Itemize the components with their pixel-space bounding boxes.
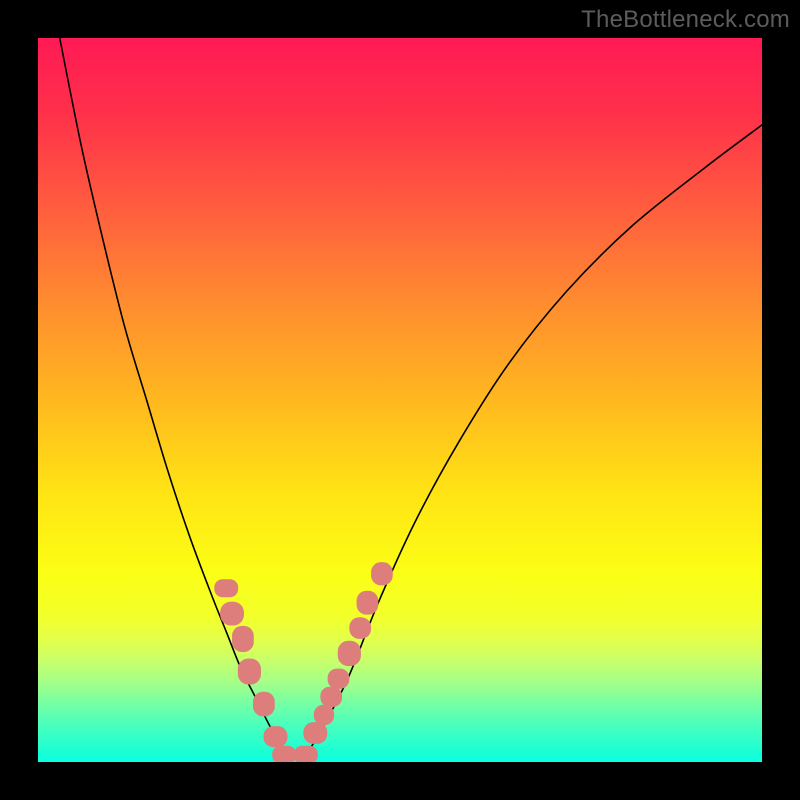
chart-marker	[338, 641, 361, 666]
watermark-text: TheBottleneck.com	[581, 6, 790, 34]
chart-marker	[232, 626, 254, 652]
chart-marker	[357, 591, 379, 615]
chart-marker	[272, 746, 296, 762]
chart-marker	[314, 705, 334, 725]
chart-container: TheBottleneck.com	[0, 0, 800, 800]
chart-marker	[238, 658, 261, 684]
chart-marker	[349, 617, 371, 639]
chart-marker	[371, 562, 393, 585]
chart-marker	[294, 746, 318, 762]
chart-marker	[214, 579, 238, 597]
chart-marker	[328, 669, 350, 689]
curve-layer	[38, 38, 762, 762]
chart-marker	[303, 722, 327, 744]
chart-marker	[253, 692, 275, 717]
marker-group	[214, 562, 392, 762]
chart-marker	[320, 687, 342, 707]
main-curve	[60, 38, 762, 759]
chart-marker	[264, 726, 288, 747]
chart-marker	[220, 602, 244, 626]
plot-area	[38, 38, 762, 762]
